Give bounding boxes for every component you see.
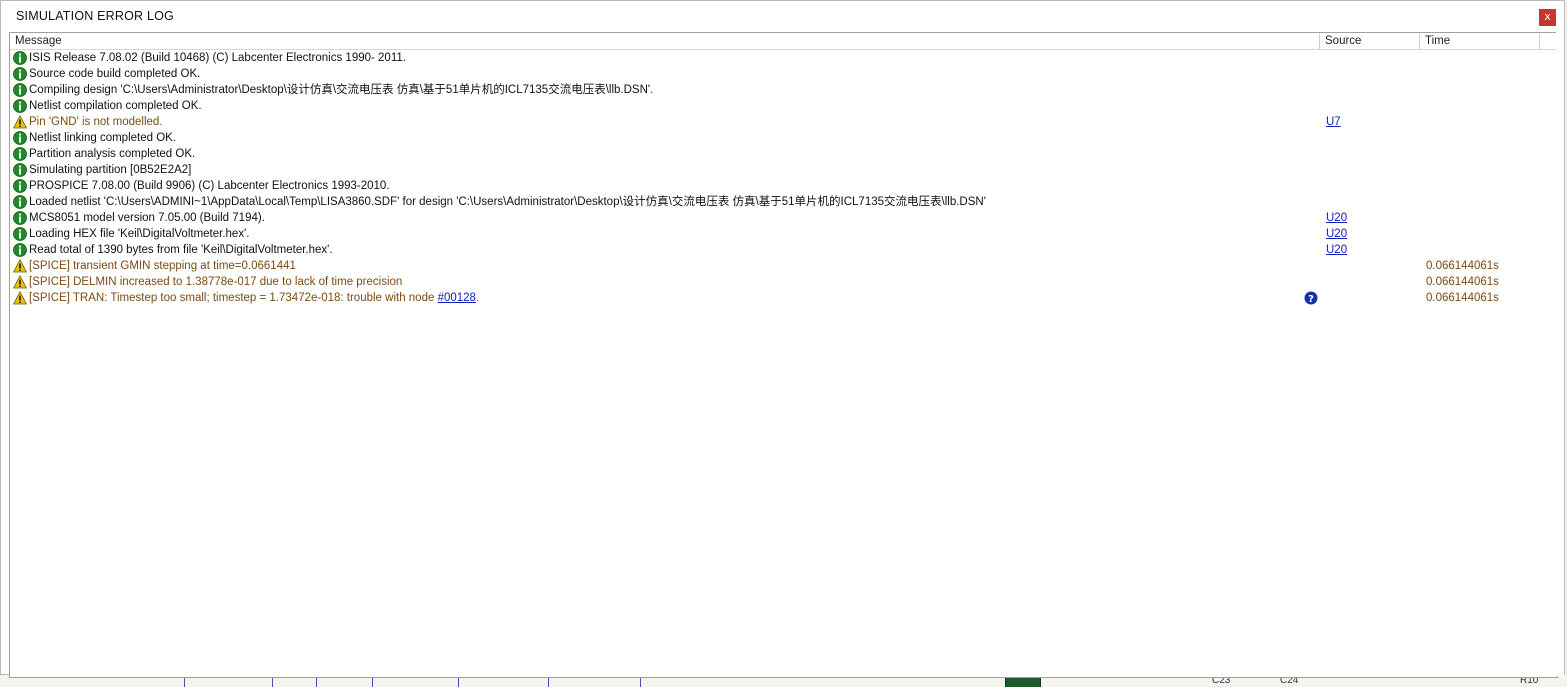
log-row[interactable]: Loading HEX file 'Keil\DigitalVoltmeter.… — [10, 226, 1557, 242]
info-icon — [13, 163, 27, 177]
info-icon — [13, 51, 27, 65]
log-message-text: Simulating partition [0B52E2A2] — [29, 164, 192, 176]
log-row[interactable]: Compiling design 'C:\Users\Administrator… — [10, 82, 1557, 98]
warning-icon — [12, 274, 28, 289]
log-message-text: Compiling design 'C:\Users\Administrator… — [29, 84, 654, 96]
warning-icon — [12, 258, 28, 273]
log-message-text: Loading HEX file 'Keil\DigitalVoltmeter.… — [29, 228, 250, 240]
log-time: 0.066144061s — [1426, 260, 1499, 272]
info-icon — [13, 131, 27, 145]
log-message: Simulating partition [0B52E2A2] — [29, 162, 191, 178]
log-row[interactable]: Loaded netlist 'C:\Users\ADMINI~1\AppDat… — [10, 194, 1557, 210]
column-header: Message Source Time — [10, 33, 1557, 50]
source-link[interactable]: U7 — [1326, 114, 1341, 130]
info-icon — [13, 195, 27, 209]
log-time: 0.066144061s — [1426, 276, 1499, 288]
log-message: [SPICE] transient GMIN stepping at time=… — [29, 258, 296, 274]
log-row[interactable]: [SPICE] TRAN: Timestep too small; timest… — [10, 290, 1557, 306]
log-row[interactable]: Partition analysis completed OK. — [10, 146, 1557, 162]
log-row[interactable]: Pin 'GND' is not modelled. U7 — [10, 114, 1557, 130]
log-message: Pin 'GND' is not modelled. — [29, 114, 163, 130]
log-row[interactable]: [SPICE] transient GMIN stepping at time=… — [10, 258, 1557, 274]
source-link[interactable]: U20 — [1326, 226, 1347, 242]
info-icon — [13, 147, 27, 161]
schematic-wire — [372, 677, 373, 687]
window-edge — [1556, 32, 1564, 676]
log-message: [SPICE] DELMIN increased to 1.38778e-017… — [29, 274, 402, 290]
title-bar[interactable]: SIMULATION ERROR LOG x — [1, 1, 1564, 32]
log-message: MCS8051 model version 7.05.00 (Build 719… — [29, 210, 265, 226]
log-message: Netlist linking completed OK. — [29, 130, 176, 146]
log-message-suffix: . — [475, 292, 480, 304]
log-message-text: MCS8051 model version 7.05.00 (Build 719… — [29, 212, 265, 224]
info-icon — [13, 179, 27, 193]
info-icon — [13, 243, 27, 257]
help-icon[interactable]: ? — [1304, 291, 1318, 305]
schematic-wire — [184, 677, 185, 687]
log-message: Read total of 1390 bytes from file 'Keil… — [29, 242, 333, 258]
log-row[interactable]: Source code build completed OK. — [10, 66, 1557, 82]
column-header-time[interactable]: Time — [1420, 33, 1540, 49]
log-row[interactable]: Netlist linking completed OK. — [10, 130, 1557, 146]
close-button[interactable]: x — [1539, 9, 1556, 26]
schematic-wire — [548, 677, 549, 687]
log-message-text: [SPICE] TRAN: Timestep too small; timest… — [29, 292, 438, 304]
warning-icon — [12, 290, 28, 305]
log-list[interactable]: Message Source Time ISIS Release 7.08.02… — [9, 32, 1558, 678]
log-message-text: Pin 'GND' is not modelled. — [29, 116, 163, 128]
log-message-text: [SPICE] transient GMIN stepping at time=… — [29, 260, 296, 272]
info-icon — [13, 83, 27, 97]
svg-text:?: ? — [1308, 294, 1314, 305]
log-message: [SPICE] TRAN: Timestep too small; timest… — [29, 290, 479, 306]
log-message: Source code build completed OK. — [29, 66, 200, 82]
info-icon — [13, 211, 27, 225]
column-header-source[interactable]: Source — [1320, 33, 1420, 49]
log-message: Loaded netlist 'C:\Users\ADMINI~1\AppDat… — [29, 194, 986, 210]
log-message-text: Read total of 1390 bytes from file 'Keil… — [29, 244, 333, 256]
log-message-text: Partition analysis completed OK. — [29, 148, 196, 160]
column-header-message[interactable]: Message — [10, 33, 1320, 49]
log-message-text: Netlist compilation completed OK. — [29, 100, 202, 112]
log-message-text: [SPICE] DELMIN increased to 1.38778e-017… — [29, 276, 403, 288]
log-message: ISIS Release 7.08.02 (Build 10468) (C) L… — [29, 50, 406, 66]
info-icon — [13, 99, 27, 113]
source-link[interactable]: U20 — [1326, 210, 1347, 226]
log-message: Partition analysis completed OK. — [29, 146, 195, 162]
log-message-text: ISIS Release 7.08.02 (Build 10468) (C) L… — [29, 52, 406, 64]
warning-icon — [12, 114, 28, 129]
log-message: PROSPICE 7.08.00 (Build 9906) (C) Labcen… — [29, 178, 390, 194]
info-icon — [13, 67, 27, 81]
schematic-wire — [458, 677, 459, 687]
log-message-text: PROSPICE 7.08.00 (Build 9906) (C) Labcen… — [29, 180, 390, 192]
log-rows: ISIS Release 7.08.02 (Build 10468) (C) L… — [10, 50, 1557, 306]
source-link[interactable]: U20 — [1326, 242, 1347, 258]
log-message-text: Loaded netlist 'C:\Users\ADMINI~1\AppDat… — [29, 196, 986, 208]
schematic-chip — [1005, 677, 1041, 687]
log-row[interactable]: Netlist compilation completed OK. — [10, 98, 1557, 114]
log-message: Loading HEX file 'Keil\DigitalVoltmeter.… — [29, 226, 249, 242]
log-row[interactable]: Simulating partition [0B52E2A2] — [10, 162, 1557, 178]
log-row[interactable]: [SPICE] DELMIN increased to 1.38778e-017… — [10, 274, 1557, 290]
log-message: Netlist compilation completed OK. — [29, 98, 202, 114]
log-message: Compiling design 'C:\Users\Administrator… — [29, 82, 653, 98]
simulation-error-log-window: SIMULATION ERROR LOG x Message Source Ti… — [0, 0, 1565, 678]
log-message-text: Source code build completed OK. — [29, 68, 201, 80]
log-message-text: Netlist linking completed OK. — [29, 132, 177, 144]
schematic-wire — [272, 677, 273, 687]
log-row[interactable]: Read total of 1390 bytes from file 'Keil… — [10, 242, 1557, 258]
info-icon — [13, 227, 27, 241]
schematic-wire — [316, 677, 317, 687]
log-time: 0.066144061s — [1426, 292, 1499, 304]
log-row[interactable]: PROSPICE 7.08.00 (Build 9906) (C) Labcen… — [10, 178, 1557, 194]
schematic-wire — [640, 677, 641, 687]
window-title: SIMULATION ERROR LOG — [16, 9, 174, 23]
node-link[interactable]: #00128 — [438, 292, 476, 304]
log-row[interactable]: ISIS Release 7.08.02 (Build 10468) (C) L… — [10, 50, 1557, 66]
log-row[interactable]: MCS8051 model version 7.05.00 (Build 719… — [10, 210, 1557, 226]
